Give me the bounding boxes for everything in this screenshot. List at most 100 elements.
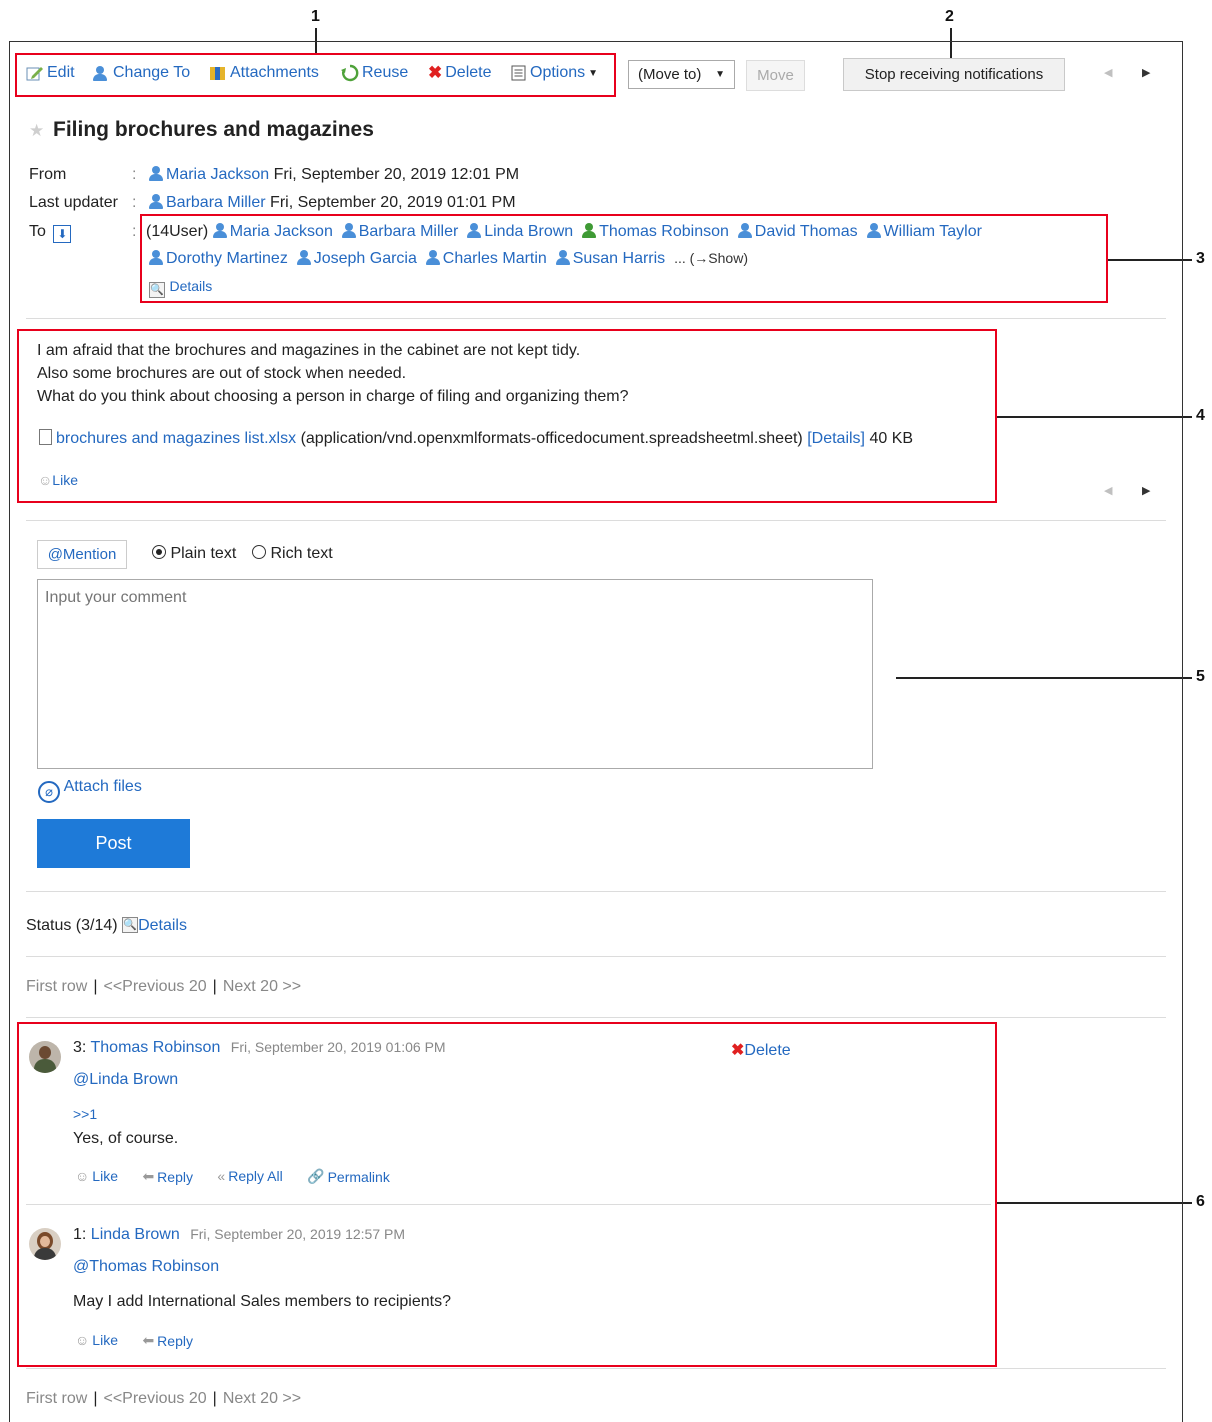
recipient-link[interactable]: Charles Martin xyxy=(425,250,547,267)
attachments-button[interactable]: Attachments xyxy=(209,62,319,84)
change-to-button[interactable]: Change To xyxy=(93,62,190,84)
updater-date: Fri, September 20, 2019 01:01 PM xyxy=(270,194,516,211)
caret-down-icon: ▼ xyxy=(588,67,599,79)
mention-button[interactable]: @Mention xyxy=(37,540,127,569)
status-details-link[interactable]: Details xyxy=(138,917,187,934)
options-label: Options xyxy=(530,64,586,81)
user-icon xyxy=(212,223,227,238)
recipient-link[interactable]: Joseph Garcia xyxy=(296,250,417,267)
delete-icon: ✖ xyxy=(731,1042,745,1059)
rich-text-label: Rich text xyxy=(270,545,333,562)
colon: : xyxy=(132,223,137,240)
updater-user-link[interactable]: Barbara Miller xyxy=(166,194,266,211)
expand-down-icon[interactable]: ⬇ xyxy=(53,225,72,243)
recipient-link[interactable]: Linda Brown xyxy=(467,223,573,240)
options-icon xyxy=(511,65,526,81)
user-icon xyxy=(149,194,163,209)
comment-header: 1: Linda Brown Fri, September 20, 2019 1… xyxy=(73,1226,405,1244)
divider xyxy=(26,956,1166,957)
post-button[interactable]: Post xyxy=(37,819,190,868)
like-button[interactable]: ☺Like xyxy=(38,472,78,488)
prev-20-link[interactable]: <<Previous 20 xyxy=(103,1390,206,1407)
from-user-link[interactable]: Maria Jackson xyxy=(166,166,269,183)
rich-text-radio[interactable]: Rich text xyxy=(252,545,333,563)
comment-mention[interactable]: @Linda Brown xyxy=(73,1071,178,1089)
from-row: Maria Jackson Fri, September 20, 2019 12… xyxy=(149,166,519,184)
from-label: From xyxy=(29,166,67,183)
reply-all-button[interactable]: «Reply All xyxy=(217,1168,282,1184)
comment-author-link[interactable]: Thomas Robinson xyxy=(91,1039,221,1056)
recipient-link[interactable]: William Taylor xyxy=(866,223,982,240)
plain-text-radio[interactable]: Plain text xyxy=(152,545,236,563)
permalink-button[interactable]: 🔗 Permalink xyxy=(307,1168,390,1185)
next-arrow-icon[interactable]: ▶ xyxy=(1142,484,1150,497)
recipient-link[interactable]: Thomas Robinson xyxy=(582,223,729,240)
user-icon xyxy=(467,223,482,238)
prev-20-link[interactable]: <<Previous 20 xyxy=(103,978,206,995)
move-to-value: (Move to) xyxy=(638,66,702,83)
comment-quote-link[interactable]: >>1 xyxy=(73,1106,97,1122)
recipient-link[interactable]: Maria Jackson xyxy=(212,223,333,240)
next-arrow-icon[interactable]: ▶ xyxy=(1142,66,1150,79)
prev-arrow-icon[interactable]: ◀ xyxy=(1104,66,1112,79)
attachment-details-link[interactable]: [Details] xyxy=(807,430,865,447)
divider xyxy=(26,891,1166,892)
comment-author-link[interactable]: Linda Brown xyxy=(91,1226,180,1243)
attachment-row: brochures and magazines list.xlsx (appli… xyxy=(39,429,913,448)
divider xyxy=(26,1368,1166,1369)
user-icon xyxy=(149,250,163,265)
to-label: To ⬇ xyxy=(29,223,72,243)
radio-unchecked-icon xyxy=(252,545,266,559)
smile-icon: ☺ xyxy=(75,1168,90,1184)
like-button[interactable]: ☺Like xyxy=(75,1168,118,1184)
comment-header: 3: Thomas Robinson Fri, September 20, 20… xyxy=(73,1039,446,1057)
callout-6: 6 xyxy=(1196,1193,1205,1210)
prev-arrow-icon[interactable]: ◀ xyxy=(1104,484,1112,497)
attach-files-link[interactable]: ⌀ Attach files xyxy=(38,778,142,803)
attachment-size: 40 KB xyxy=(869,430,914,447)
first-row-link[interactable]: First row xyxy=(26,978,87,995)
attachment-link[interactable]: brochures and magazines list.xlsx xyxy=(56,430,296,447)
reply-button[interactable]: ⬅ Reply xyxy=(142,1168,193,1185)
recipient-link[interactable]: Susan Harris xyxy=(555,250,665,267)
attachments-label: Attachments xyxy=(230,64,319,81)
radio-checked-icon xyxy=(152,545,166,559)
reuse-icon xyxy=(341,64,359,82)
status-label: Status (3/14) xyxy=(26,917,118,934)
move-to-select[interactable]: (Move to) ▼ xyxy=(628,60,735,89)
show-more-link[interactable]: ... (→Show) xyxy=(674,250,748,266)
move-button[interactable]: Move xyxy=(746,60,805,91)
comment-date: Fri, September 20, 2019 01:06 PM xyxy=(230,1039,446,1055)
recipient-link[interactable]: David Thomas xyxy=(737,223,858,240)
select-caret-icon: ▼ xyxy=(715,69,725,80)
stop-notifications-button[interactable]: Stop receiving notifications xyxy=(843,58,1065,91)
comment-input[interactable] xyxy=(37,579,873,769)
like-button[interactable]: ☺Like xyxy=(75,1332,118,1348)
edit-button[interactable]: Edit xyxy=(26,62,75,84)
to-text: To xyxy=(29,223,46,240)
recipients-details-link[interactable]: 🔍 Details xyxy=(149,278,212,298)
attachment-type: (application/vnd.openxmlformats-officedo… xyxy=(300,430,803,447)
delete-button[interactable]: ✖ Delete xyxy=(428,62,492,84)
from-date: Fri, September 20, 2019 12:01 PM xyxy=(273,166,520,183)
comment-number: 3: xyxy=(73,1039,87,1056)
options-menu[interactable]: Options ▼ xyxy=(511,62,598,84)
next-20-link[interactable]: Next 20 >> xyxy=(223,1390,301,1407)
next-20-link[interactable]: Next 20 >> xyxy=(223,978,301,995)
recipient-link[interactable]: Barbara Miller xyxy=(341,223,458,240)
smile-icon: ☺ xyxy=(75,1332,90,1348)
reply-button[interactable]: ⬅ Reply xyxy=(142,1332,193,1349)
reply-icon: ⬅ xyxy=(142,1332,155,1348)
callout-2: 2 xyxy=(945,8,954,25)
comment-mention[interactable]: @Thomas Robinson xyxy=(73,1258,219,1276)
page-title: Filing brochures and magazines xyxy=(53,118,374,141)
favorite-star-icon[interactable]: ★ xyxy=(29,121,44,141)
first-row-link[interactable]: First row xyxy=(26,1390,87,1407)
callout-3: 3 xyxy=(1196,250,1205,267)
divider xyxy=(26,318,1166,319)
comment-delete-button[interactable]: ✖Delete xyxy=(731,1040,791,1060)
comment-actions: ☺ Like ⬅ Reply xyxy=(75,1332,213,1350)
recipient-link[interactable]: Dorothy Martinez xyxy=(149,250,288,267)
reuse-button[interactable]: Reuse xyxy=(341,62,408,84)
callout-5: 5 xyxy=(1196,668,1205,685)
